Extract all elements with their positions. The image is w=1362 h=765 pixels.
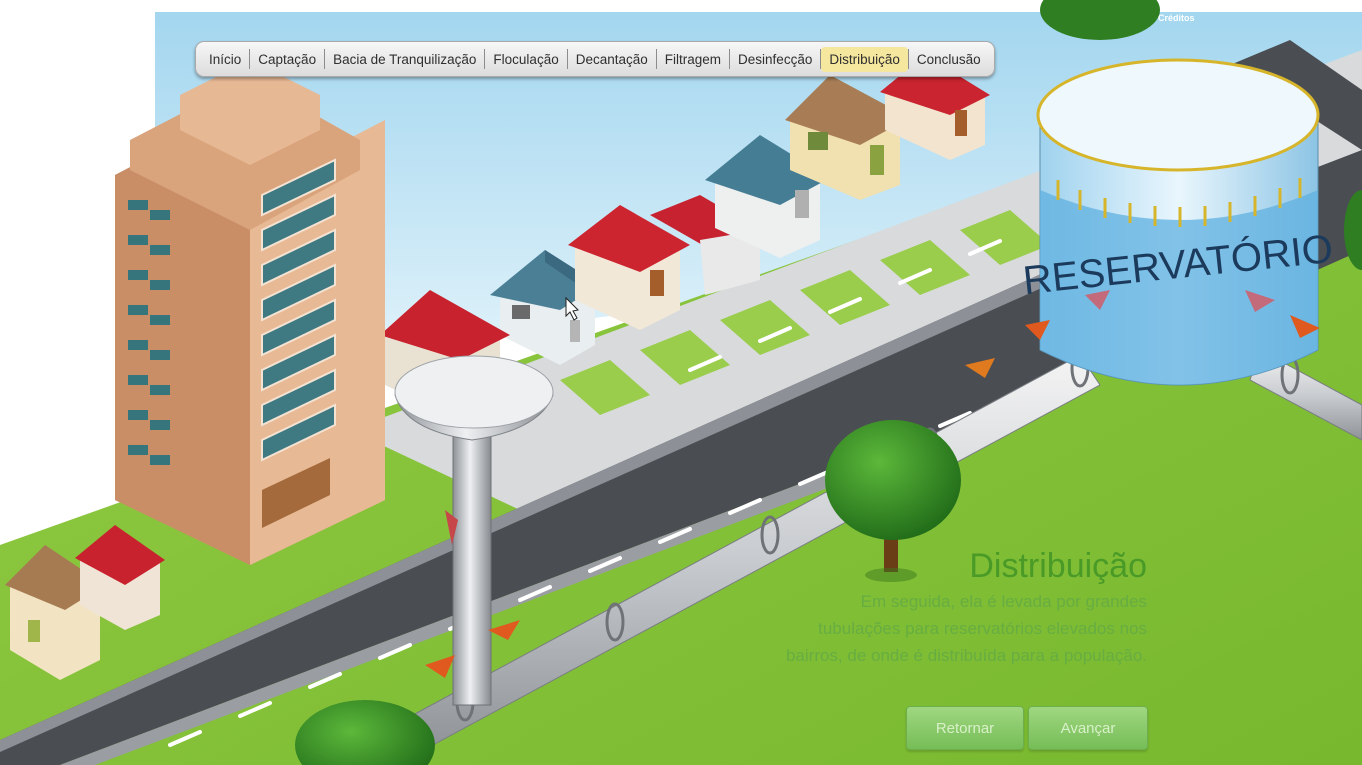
tab-decantacao[interactable]: Decantação bbox=[568, 47, 656, 72]
info-title: Distribuição bbox=[969, 547, 1147, 585]
tab-distribuicao[interactable]: Distribuição bbox=[821, 46, 908, 72]
next-button[interactable]: Avançar bbox=[1028, 706, 1148, 750]
tab-captacao[interactable]: Captação bbox=[250, 47, 324, 72]
tab-desinfeccao[interactable]: Desinfecção bbox=[730, 47, 820, 72]
tab-filtragem[interactable]: Filtragem bbox=[657, 47, 729, 72]
credits-link[interactable]: Créditos bbox=[1158, 13, 1195, 23]
apartment-building bbox=[115, 60, 385, 565]
back-button[interactable]: Retornar bbox=[906, 706, 1024, 750]
info-text-line: tubulações para reservatórios elevados n… bbox=[818, 619, 1147, 638]
tab-inicio[interactable]: Início bbox=[201, 47, 249, 72]
tab-bacia-de-tranquilizacao[interactable]: Bacia de Tranquilização bbox=[325, 47, 484, 72]
info-text-line: Em seguida, ela é levada por grandes bbox=[860, 592, 1147, 611]
stage-navigation: Início Captação Bacia de Tranquilização … bbox=[195, 41, 995, 77]
info-panel: Distribuição Em seguida, ela é levada po… bbox=[660, 544, 1147, 669]
tab-conclusao[interactable]: Conclusão bbox=[909, 47, 989, 72]
simulation-stage: RESERVATÓRIO Créditos Início Captação Ba… bbox=[0, 0, 1362, 765]
tab-floculacao[interactable]: Floculação bbox=[485, 47, 566, 72]
info-text-line: bairros, de onde é distribuída para a po… bbox=[785, 646, 1147, 665]
info-text: Em seguida, ela é levada por grandes tub… bbox=[660, 588, 1147, 669]
